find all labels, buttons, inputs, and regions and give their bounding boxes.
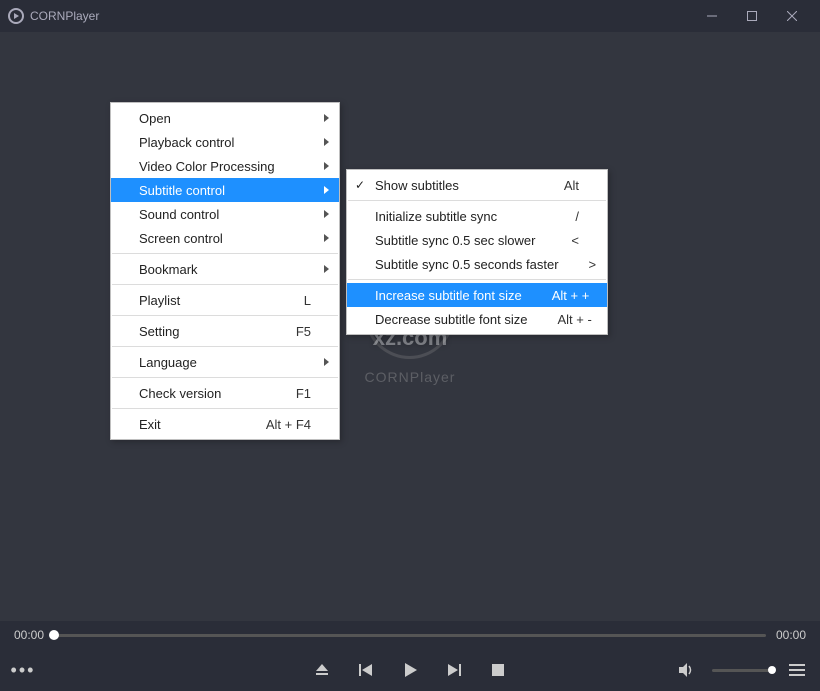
logo-icon (8, 8, 24, 24)
volume-button[interactable] (678, 661, 696, 679)
context-menu-item-shortcut: F5 (296, 324, 311, 339)
subtitle-submenu-item-shortcut: > (589, 257, 597, 272)
app-window: CORNPlayer CORNPlayer xz.com OpenPlaybac… (0, 0, 820, 691)
volume-icon (679, 663, 695, 677)
context-menu-item-label: Setting (139, 324, 266, 339)
subtitle-submenu-item-label: Initialize subtitle sync (375, 209, 545, 224)
context-menu-separator (112, 346, 338, 347)
context-menu-item-label: Check version (139, 386, 266, 401)
next-icon (447, 663, 461, 677)
context-menu-separator (112, 284, 338, 285)
context-menu-item-open[interactable]: Open (111, 106, 339, 130)
subtitle-submenu-item-label: Show subtitles (375, 178, 534, 193)
context-menu-item-bookmark[interactable]: Bookmark (111, 257, 339, 281)
app-logo: CORNPlayer (8, 8, 99, 24)
subtitle-submenu-item-shortcut: Alt + + (552, 288, 590, 303)
eject-button[interactable] (313, 661, 331, 679)
context-menu-item-screen-control[interactable]: Screen control (111, 226, 339, 250)
eject-icon (315, 663, 329, 677)
context-menu-item-playback-control[interactable]: Playback control (111, 130, 339, 154)
context-menu-item-label: Language (139, 355, 311, 370)
subtitle-submenu-item-show-subtitles[interactable]: ✓ Show subtitles Alt (347, 173, 607, 197)
context-menu-item-subtitle-control[interactable]: Subtitle control (111, 178, 339, 202)
subtitle-submenu-item-shortcut: Alt (564, 178, 579, 193)
context-menu-item-video-color-processing[interactable]: Video Color Processing (111, 154, 339, 178)
subtitle-submenu-item-label: Subtitle sync 0.5 seconds faster (375, 257, 559, 272)
volume-thumb[interactable] (768, 666, 776, 674)
subtitle-submenu-item-increase-subtitle-font-size[interactable]: Increase subtitle font size Alt + + (347, 283, 607, 307)
minimize-button[interactable] (692, 0, 732, 32)
context-menu-item-exit[interactable]: Exit Alt + F4 (111, 412, 339, 436)
video-area[interactable]: CORNPlayer xz.com OpenPlayback controlVi… (0, 32, 820, 621)
play-button[interactable] (401, 661, 419, 679)
context-menu-separator (112, 315, 338, 316)
subtitle-submenu-item-decrease-subtitle-font-size[interactable]: Decrease subtitle font size Alt + - (347, 307, 607, 331)
time-current: 00:00 (14, 628, 44, 642)
context-menu-item-shortcut: L (304, 293, 311, 308)
context-menu-item-shortcut: Alt + F4 (266, 417, 311, 432)
subtitle-submenu-item-label: Decrease subtitle font size (375, 312, 527, 327)
context-menu-item-shortcut: F1 (296, 386, 311, 401)
close-icon (787, 11, 797, 21)
context-menu-item-label: Subtitle control (139, 183, 311, 198)
context-menu-item-setting[interactable]: Setting F5 (111, 319, 339, 343)
context-menu-item-label: Playlist (139, 293, 274, 308)
subtitle-submenu-item-label: Subtitle sync 0.5 sec slower (375, 233, 541, 248)
volume-slider[interactable] (712, 669, 772, 672)
subtitle-submenu-item-initialize-subtitle-sync[interactable]: Initialize subtitle sync / (347, 204, 607, 228)
context-menu-item-label: Bookmark (139, 262, 311, 277)
subtitle-submenu-item-shortcut: Alt + - (557, 312, 591, 327)
center-brand: CORNPlayer (365, 369, 456, 385)
more-button[interactable]: ••• (14, 661, 32, 679)
controls-row: ••• (0, 649, 820, 691)
context-menu[interactable]: Open Playback control Video Color Processi… (110, 102, 340, 440)
progress-thumb[interactable] (49, 630, 59, 640)
minimize-icon (707, 11, 717, 21)
context-menu-item-label: Open (139, 111, 311, 126)
context-menu-item-language[interactable]: Language (111, 350, 339, 374)
subtitle-submenu-item-shortcut: / (575, 209, 579, 224)
context-menu-item-sound-control[interactable]: Sound control (111, 202, 339, 226)
progress-slider[interactable] (54, 634, 766, 637)
subtitle-submenu-item-subtitle-sync-0-5-sec-slower[interactable]: Subtitle sync 0.5 sec slower < (347, 228, 607, 252)
progress-row: 00:00 00:00 (0, 621, 820, 649)
subtitle-submenu-item-shortcut: < (571, 233, 579, 248)
time-total: 00:00 (776, 628, 806, 642)
subtitle-submenu[interactable]: ✓ Show subtitles Alt Initialize subtitle sy… (346, 169, 608, 335)
subtitle-submenu-item-label: Increase subtitle font size (375, 288, 522, 303)
menu-button[interactable] (788, 661, 806, 679)
context-menu-item-playlist[interactable]: Playlist L (111, 288, 339, 312)
context-menu-item-label: Video Color Processing (139, 159, 311, 174)
context-menu-separator (112, 408, 338, 409)
titlebar: CORNPlayer (0, 0, 820, 32)
context-menu-item-label: Playback control (139, 135, 311, 150)
context-menu-separator (112, 377, 338, 378)
maximize-button[interactable] (732, 0, 772, 32)
close-button[interactable] (772, 0, 812, 32)
check-icon: ✓ (355, 178, 365, 192)
subtitle-submenu-separator (348, 279, 606, 280)
context-menu-item-label: Exit (139, 417, 236, 432)
stop-icon (492, 664, 504, 676)
stop-button[interactable] (489, 661, 507, 679)
subtitle-submenu-item-subtitle-sync-0-5-seconds-faster[interactable]: Subtitle sync 0.5 seconds faster > (347, 252, 607, 276)
subtitle-submenu-separator (348, 200, 606, 201)
context-menu-item-label: Sound control (139, 207, 311, 222)
bottom-bar: 00:00 00:00 ••• (0, 621, 820, 691)
next-button[interactable] (445, 661, 463, 679)
menu-icon (789, 664, 805, 676)
play-icon (402, 662, 418, 678)
prev-button[interactable] (357, 661, 375, 679)
prev-icon (359, 663, 373, 677)
maximize-icon (747, 11, 757, 21)
app-title: CORNPlayer (30, 9, 99, 23)
context-menu-separator (112, 253, 338, 254)
context-menu-item-check-version[interactable]: Check version F1 (111, 381, 339, 405)
context-menu-item-label: Screen control (139, 231, 311, 246)
